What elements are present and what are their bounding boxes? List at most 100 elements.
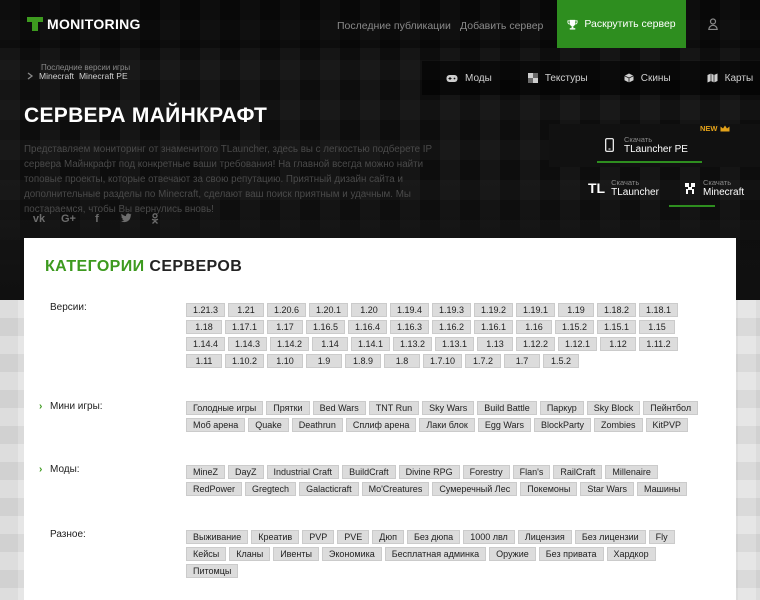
category-tag[interactable]: DayZ bbox=[228, 465, 264, 479]
category-tag[interactable]: PVE bbox=[337, 530, 370, 544]
category-tag[interactable]: 1.16.2 bbox=[432, 320, 471, 334]
category-tag[interactable]: Sky Block bbox=[586, 401, 641, 415]
category-tag[interactable]: 1.20.6 bbox=[267, 303, 306, 317]
category-tag[interactable]: 1.16 bbox=[516, 320, 552, 334]
category-tag[interactable]: TNT Run bbox=[368, 401, 420, 415]
category-tag[interactable]: 1.18 bbox=[186, 320, 222, 334]
category-tag[interactable]: PVP bbox=[302, 530, 335, 544]
download-minecraft[interactable]: Скачать Minecraft bbox=[670, 170, 744, 206]
download-tlauncher-pe[interactable]: Скачать TLauncher PE bbox=[597, 128, 702, 163]
category-tag[interactable]: Gregtech bbox=[245, 482, 297, 496]
category-tag[interactable]: Выживание bbox=[186, 530, 249, 544]
category-tag[interactable]: 1.20.1 bbox=[309, 303, 348, 317]
category-tag[interactable]: 1.11.2 bbox=[639, 337, 678, 351]
category-tag[interactable]: Сумеречный Лес bbox=[432, 482, 518, 496]
category-tag[interactable]: Оружие bbox=[489, 547, 536, 561]
category-tag[interactable]: 1.7.10 bbox=[423, 354, 462, 368]
category-tag[interactable]: 1.19.2 bbox=[474, 303, 513, 317]
category-tag[interactable]: Zombies bbox=[594, 418, 643, 432]
category-tag[interactable]: Машины bbox=[637, 482, 688, 496]
category-tag[interactable]: Креатив bbox=[251, 530, 300, 544]
category-tag[interactable]: 1.8 bbox=[384, 354, 420, 368]
category-tag[interactable]: Сплиф арена bbox=[345, 418, 417, 432]
category-tag[interactable]: 1.12.2 bbox=[516, 337, 555, 351]
category-tag[interactable]: Паркур bbox=[539, 401, 584, 415]
category-tag[interactable]: 1.16.1 bbox=[474, 320, 513, 334]
category-tag[interactable]: Без привата bbox=[538, 547, 604, 561]
category-tag[interactable]: Лицензия bbox=[517, 530, 572, 544]
category-tag[interactable]: Egg Wars bbox=[477, 418, 532, 432]
category-tag[interactable]: Fly bbox=[648, 530, 675, 544]
category-tag[interactable]: 1.18.2 bbox=[597, 303, 636, 317]
category-tag[interactable]: 1.11 bbox=[186, 354, 222, 368]
promote-server-button[interactable]: Раскрутить сервер bbox=[557, 0, 686, 48]
tab-textures[interactable]: Текстуры bbox=[504, 61, 600, 95]
breadcrumb-minecraft-pe[interactable]: Minecraft PE bbox=[79, 71, 128, 81]
tab-skins[interactable]: Скины bbox=[600, 61, 683, 95]
user-button[interactable] bbox=[696, 0, 730, 48]
category-tag[interactable]: Industrial Craft bbox=[266, 465, 340, 479]
category-tag[interactable]: 1.13.1 bbox=[435, 337, 474, 351]
site-logo[interactable]: MONITORING bbox=[27, 16, 141, 32]
category-tag[interactable]: 1.16.3 bbox=[390, 320, 429, 334]
category-tag[interactable]: Пейнтбол bbox=[643, 401, 699, 415]
category-tag[interactable]: 1.21 bbox=[228, 303, 264, 317]
category-tag[interactable]: Galacticraft bbox=[299, 482, 359, 496]
category-tag[interactable]: 1.15.1 bbox=[597, 320, 636, 334]
category-tag[interactable]: Mo'Creatures bbox=[361, 482, 430, 496]
category-tag[interactable]: Питомцы bbox=[186, 564, 239, 578]
category-tag[interactable]: Ивенты bbox=[273, 547, 319, 561]
category-tag[interactable]: 1.12 bbox=[600, 337, 636, 351]
category-tag[interactable]: 1.13.2 bbox=[393, 337, 432, 351]
vk-icon[interactable]: vk bbox=[32, 213, 46, 227]
category-tag[interactable]: 1.19.4 bbox=[390, 303, 429, 317]
category-tag[interactable]: 1.19.3 bbox=[432, 303, 471, 317]
odnoklassniki-icon[interactable] bbox=[148, 213, 162, 227]
category-tag[interactable]: 1.13 bbox=[477, 337, 513, 351]
category-tag[interactable]: 1.10.2 bbox=[225, 354, 264, 368]
category-tag[interactable]: RailCraft bbox=[553, 465, 603, 479]
category-tag[interactable]: 1.14.1 bbox=[351, 337, 390, 351]
category-tag[interactable]: 1.14.4 bbox=[186, 337, 225, 351]
category-tag[interactable]: Без дюпа bbox=[406, 530, 461, 544]
category-tag[interactable]: Forestry bbox=[462, 465, 510, 479]
google-plus-icon[interactable]: G+ bbox=[61, 213, 76, 227]
category-tag[interactable]: Хардкор bbox=[606, 547, 656, 561]
category-tag[interactable]: Кланы bbox=[229, 547, 271, 561]
nav-latest-publications[interactable]: Последние публикации bbox=[337, 20, 451, 32]
category-tag[interactable]: MineZ bbox=[186, 465, 226, 479]
category-tag[interactable]: 1.16.4 bbox=[348, 320, 387, 334]
category-tag[interactable]: 1.21.3 bbox=[186, 303, 225, 317]
category-tag[interactable]: BlockParty bbox=[534, 418, 592, 432]
group-label-minigames[interactable]: › Мини игры: bbox=[39, 401, 103, 412]
breadcrumb-minecraft[interactable]: Minecraft bbox=[39, 71, 74, 81]
category-tag[interactable]: 1.18.1 bbox=[639, 303, 678, 317]
category-tag[interactable]: Кейсы bbox=[186, 547, 227, 561]
category-tag[interactable]: Прятки bbox=[266, 401, 310, 415]
twitter-icon[interactable] bbox=[119, 213, 133, 227]
category-tag[interactable]: Millenaire bbox=[605, 465, 658, 479]
category-tag[interactable]: 1.19.1 bbox=[516, 303, 555, 317]
category-tag[interactable]: 1.8.9 bbox=[345, 354, 381, 368]
category-tag[interactable]: Flan's bbox=[512, 465, 551, 479]
category-tag[interactable]: 1.17 bbox=[267, 320, 303, 334]
category-tag[interactable]: Бесплатная админка bbox=[384, 547, 487, 561]
tab-mods[interactable]: Моды bbox=[422, 61, 504, 95]
nav-add-server[interactable]: Добавить сервер bbox=[460, 20, 543, 32]
download-tlauncher[interactable]: TL Скачать TLauncher bbox=[575, 170, 670, 206]
category-tag[interactable]: 1.14.2 bbox=[270, 337, 309, 351]
category-tag[interactable]: KitPVP bbox=[645, 418, 689, 432]
category-tag[interactable]: 1.19 bbox=[558, 303, 594, 317]
category-tag[interactable]: 1.7.2 bbox=[465, 354, 501, 368]
category-tag[interactable]: Без лицензии bbox=[574, 530, 646, 544]
facebook-icon[interactable]: f bbox=[90, 213, 104, 227]
category-tag[interactable]: Deathrun bbox=[291, 418, 343, 432]
group-label-mods[interactable]: › Моды: bbox=[39, 464, 80, 475]
category-tag[interactable]: Покемоны bbox=[520, 482, 578, 496]
tab-maps[interactable]: Карты bbox=[683, 61, 760, 95]
category-tag[interactable]: Моб арена bbox=[186, 418, 246, 432]
category-tag[interactable]: 1.5.2 bbox=[543, 354, 579, 368]
category-tag[interactable]: Голодные игры bbox=[186, 401, 264, 415]
category-tag[interactable]: BuildCraft bbox=[342, 465, 396, 479]
category-tag[interactable]: 1.9 bbox=[306, 354, 342, 368]
